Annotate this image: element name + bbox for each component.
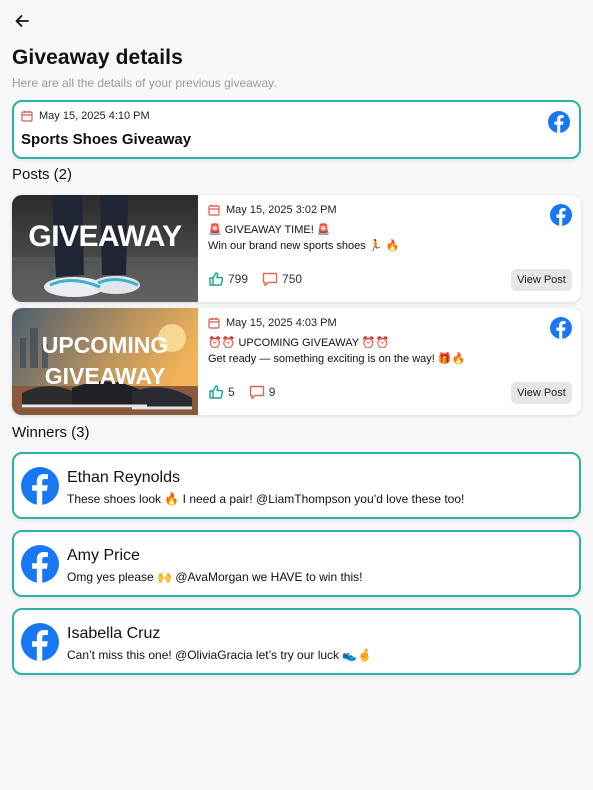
winner-comment: Omg yes please 🙌 @AvaMorgan we HAVE to w…: [67, 570, 363, 584]
comment-count: 9: [268, 385, 276, 399]
winner-name: Amy Price: [67, 547, 140, 564]
post-date: May 15, 2025 3:02 PM: [208, 204, 337, 216]
winner-comment: These shoes look 🔥 I need a pair! @LiamT…: [67, 492, 465, 506]
facebook-icon: [21, 623, 59, 661]
comment-count: 750: [282, 272, 303, 286]
page-subtitle: Here are all the details of your previou…: [12, 76, 277, 90]
facebook-icon: [21, 467, 59, 505]
post-stats: 799 750: [208, 271, 302, 287]
giveaway-details-screen: Giveaway details Here are all the detail…: [0, 0, 593, 790]
post-stats: 5 9: [208, 384, 275, 400]
comment-icon: [249, 385, 264, 400]
post-date-text: May 15, 2025 3:02 PM: [226, 204, 337, 216]
view-post-button[interactable]: View Post: [511, 382, 572, 404]
page-title: Giveaway details: [12, 46, 183, 69]
post-date: May 15, 2025 4:03 PM: [208, 317, 337, 329]
post-image: GIVEAWAY: [12, 195, 198, 302]
thumbs-up-icon: [209, 385, 224, 399]
thumbs-up-icon: [209, 272, 224, 286]
giveaway-date-text: May 15, 2025 4:10 PM: [39, 110, 150, 122]
post-headline: 🚨 GIVEAWAY TIME! 🚨: [208, 224, 331, 236]
calendar-icon: [208, 317, 220, 329]
post-image: UPCOMING GIVEAWAY: [12, 308, 198, 415]
post-text: Get ready — something exciting is on the…: [208, 353, 466, 365]
post-body: May 15, 2025 4:03 PM ⏰⏰ UPCOMING GIVEAWA…: [208, 308, 581, 415]
facebook-icon: [548, 111, 570, 133]
facebook-icon: [550, 204, 572, 226]
post-image-text-2: GIVEAWAY: [45, 363, 166, 389]
winner-card: Ethan Reynolds These shoes look 🔥 I need…: [12, 452, 581, 519]
calendar-icon: [21, 110, 33, 122]
like-count: 5: [228, 385, 235, 399]
giveaway-name: Sports Shoes Giveaway: [21, 131, 192, 148]
view-post-button[interactable]: View Post: [511, 269, 572, 291]
winner-name: Ethan Reynolds: [67, 469, 180, 486]
winner-card: Isabella Cruz Can’t miss this one! @Oliv…: [12, 608, 581, 675]
calendar-icon: [208, 204, 220, 216]
post-image-text: GIVEAWAY: [28, 220, 182, 253]
winners-section-title: Winners (3): [12, 424, 90, 441]
post-image-text-1: UPCOMING: [42, 332, 169, 358]
post-thumbnail[interactable]: UPCOMING GIVEAWAY: [12, 308, 198, 415]
post-card: GIVEAWAY May 15, 2025 3:02 PM 🚨 GIVEAWAY…: [12, 195, 581, 302]
post-card: UPCOMING GIVEAWAY May 15, 2025 4:03 PM ⏰…: [12, 308, 581, 415]
comment-icon: [262, 272, 278, 287]
posts-section-title: Posts (2): [12, 166, 73, 183]
post-thumbnail[interactable]: GIVEAWAY: [12, 195, 198, 302]
facebook-icon: [21, 545, 59, 583]
facebook-icon: [550, 317, 572, 339]
winner-card: Amy Price Omg yes please 🙌 @AvaMorgan we…: [12, 530, 581, 597]
arrow-left-icon: [15, 15, 29, 27]
back-button[interactable]: [12, 11, 32, 31]
giveaway-summary-card: May 15, 2025 4:10 PM Sports Shoes Giveaw…: [12, 100, 581, 159]
winner-name: Isabella Cruz: [67, 625, 161, 642]
like-count: 799: [228, 272, 249, 286]
post-date-text: May 15, 2025 4:03 PM: [226, 317, 337, 329]
post-headline: ⏰⏰ UPCOMING GIVEAWAY ⏰⏰: [208, 337, 390, 349]
post-body: May 15, 2025 3:02 PM 🚨 GIVEAWAY TIME! 🚨 …: [208, 195, 581, 302]
post-text: Win our brand new sports shoes 🏃 🔥: [208, 240, 400, 252]
winner-comment: Can’t miss this one! @OliviaGracia let’s…: [67, 648, 373, 662]
giveaway-date: May 15, 2025 4:10 PM: [21, 110, 150, 122]
